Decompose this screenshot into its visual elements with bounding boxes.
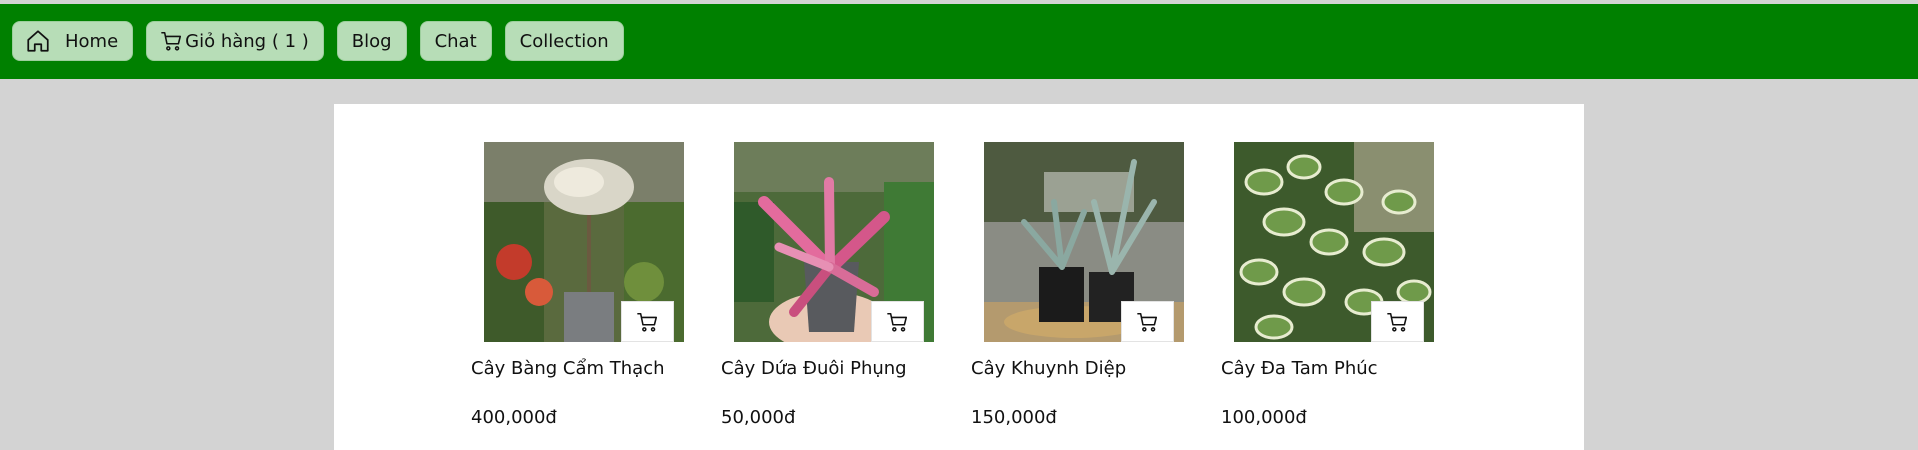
nav-buttons: Home Giỏ hàng ( 1 ) Blog Chat Collection [12,21,624,61]
product-name[interactable]: Cây Đa Tam Phúc [1221,358,1421,379]
cart-label: Giỏ hàng ( 1 ) [185,30,309,52]
product-price: 100,000đ [1221,407,1307,428]
product-card: Cây Dứa Đuôi Phụng 50,000đ [721,142,934,428]
products-panel: Cây Bàng Cẩm Thạch 400,000đ Cây Dứa Đuôi… [334,104,1584,450]
product-image[interactable] [484,142,684,342]
add-to-cart-button[interactable] [1121,301,1174,342]
home-button[interactable]: Home [12,21,134,61]
cart-icon [161,30,183,52]
cart-button[interactable]: Giỏ hàng ( 1 ) [146,21,324,61]
cart-icon [886,311,909,333]
product-name[interactable]: Cây Khuynh Diệp [971,358,1171,379]
cart-icon [1386,311,1409,333]
home-label: Home [65,30,119,52]
blog-label: Blog [351,30,392,52]
product-image[interactable] [1234,142,1434,342]
home-icon [25,28,51,54]
product-price: 400,000đ [471,407,557,428]
cart-icon [1136,311,1159,333]
product-card: Cây Đa Tam Phúc 100,000đ [1221,142,1434,428]
product-card: Cây Bàng Cẩm Thạch 400,000đ [471,142,684,428]
cart-icon [636,311,659,333]
product-price: 50,000đ [721,407,796,428]
product-image[interactable] [984,142,1184,342]
product-image[interactable] [734,142,934,342]
collection-label: Collection [519,30,609,52]
product-card: Cây Khuynh Diệp 150,000đ [971,142,1184,428]
product-name[interactable]: Cây Dứa Đuôi Phụng [721,358,921,379]
product-name[interactable]: Cây Bàng Cẩm Thạch [471,358,671,379]
chat-button[interactable]: Chat [419,21,492,61]
add-to-cart-button[interactable] [871,301,924,342]
top-navbar: Home Giỏ hàng ( 1 ) Blog Chat Collection [0,4,1918,79]
product-price: 150,000đ [971,407,1057,428]
add-to-cart-button[interactable] [621,301,674,342]
collection-button[interactable]: Collection [504,21,624,61]
chat-label: Chat [434,30,477,52]
add-to-cart-button[interactable] [1371,301,1424,342]
blog-button[interactable]: Blog [336,21,407,61]
product-grid: Cây Bàng Cẩm Thạch 400,000đ Cây Dứa Đuôi… [471,142,1434,428]
